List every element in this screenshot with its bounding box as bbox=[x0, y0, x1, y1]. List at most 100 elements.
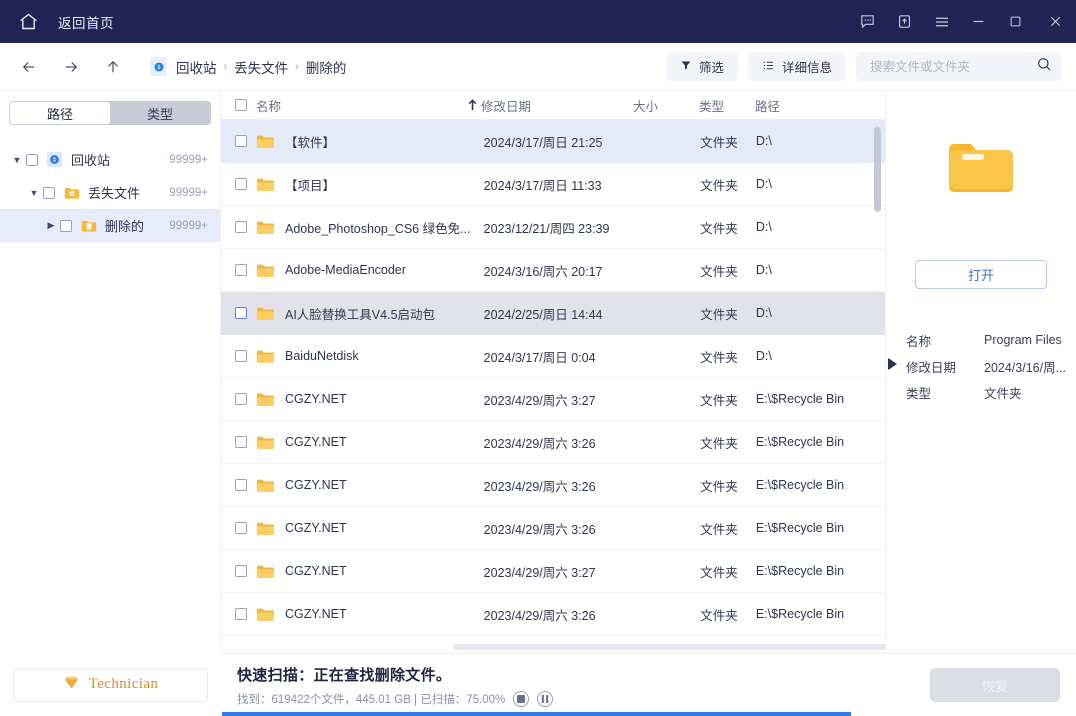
table-row[interactable]: CGZY.NET 2023/4/29/周六 3:26 文件夹 E:\$Recycle … bbox=[221, 593, 885, 636]
column-header-date[interactable]: 修改日期 bbox=[481, 96, 633, 115]
row-type: 文件夹 bbox=[700, 307, 738, 322]
search-box[interactable] bbox=[856, 52, 1062, 81]
scan-status-title: 快速扫描：正在查找删除文件。 bbox=[237, 666, 452, 684]
tree-checkbox[interactable] bbox=[43, 186, 55, 199]
row-type: 文件夹 bbox=[700, 350, 738, 365]
table-row[interactable]: CGZY.NET 2023/4/29/周六 3:27 文件夹 E:\$Recycle … bbox=[221, 550, 885, 593]
chevron-down-icon[interactable]: ▼ bbox=[8, 155, 26, 165]
meta-key: 名称 bbox=[906, 334, 932, 349]
file-list-header: 名称 修改日期 大小 类型 路径 bbox=[221, 91, 885, 120]
filter-button[interactable]: 筛选 bbox=[665, 52, 738, 81]
horizontal-scrollbar[interactable] bbox=[453, 644, 885, 650]
list-icon bbox=[762, 59, 775, 75]
technician-badge[interactable]: Technician bbox=[13, 667, 208, 702]
table-row[interactable]: 【项目】 2024/3/17/周日 11:33 文件夹 D:\ bbox=[221, 163, 885, 206]
row-type: 文件夹 bbox=[700, 522, 738, 537]
upgrade-icon[interactable] bbox=[886, 0, 923, 43]
row-checkbox[interactable] bbox=[235, 135, 247, 147]
up-arrow-icon[interactable] bbox=[98, 52, 128, 82]
row-name: CGZY.NET bbox=[285, 521, 347, 535]
breadcrumb-item-2[interactable]: 删除的 bbox=[306, 57, 347, 77]
select-all-checkbox[interactable] bbox=[235, 99, 247, 111]
tab-type[interactable]: 类型 bbox=[110, 102, 210, 124]
breadcrumb: 回收站 › 丢失文件 › 删除的 bbox=[150, 57, 346, 77]
tree-checkbox[interactable] bbox=[60, 219, 72, 232]
folder-icon bbox=[256, 392, 274, 407]
feedback-icon[interactable] bbox=[849, 0, 886, 43]
sidebar-item-deleted[interactable]: ▶ 删除的 99999+ bbox=[0, 209, 220, 242]
column-header-size[interactable]: 大小 bbox=[633, 96, 699, 115]
table-row[interactable]: CGZY.NET 2023/4/29/周六 3:27 文件夹 E:\$Recycle … bbox=[221, 378, 885, 421]
search-input[interactable] bbox=[870, 59, 1036, 74]
chevron-down-icon[interactable]: ▼ bbox=[25, 188, 43, 198]
menu-icon[interactable] bbox=[923, 0, 960, 43]
tree-checkbox[interactable] bbox=[26, 153, 38, 166]
details-button[interactable]: 详细信息 bbox=[747, 52, 846, 81]
row-date: 2024/2/25/周日 14:44 bbox=[483, 307, 603, 322]
table-row[interactable]: Adobe_Photoshop_CS6 绿色免... 2023/12/21/周四 … bbox=[221, 206, 885, 249]
row-checkbox[interactable] bbox=[235, 221, 247, 233]
maximize-icon[interactable] bbox=[997, 0, 1034, 43]
status-text: 快速扫描：正在查找删除文件。 找到：619422个文件，445.01 GB | … bbox=[237, 664, 554, 707]
row-checkbox[interactable] bbox=[235, 565, 247, 577]
breadcrumb-item-1[interactable]: 丢失文件 bbox=[234, 57, 288, 77]
table-row[interactable]: CGZY.NET 2023/4/29/周六 3:26 文件夹 E:\$Recycle … bbox=[221, 464, 885, 507]
row-checkbox[interactable] bbox=[235, 479, 247, 491]
tab-path[interactable]: 路径 bbox=[10, 102, 110, 124]
preview-metadata: 名称 Program Files 修改日期 2024/3/16/周... 类型 … bbox=[886, 327, 1076, 405]
column-header-path[interactable]: 路径 bbox=[755, 96, 875, 115]
forward-arrow-icon[interactable] bbox=[56, 52, 86, 82]
home-label[interactable]: 返回首页 bbox=[58, 12, 114, 32]
row-type: 文件夹 bbox=[700, 178, 738, 193]
table-row[interactable]: CGZY.NET 2023/4/29/周六 3:26 文件夹 E:\$Recycle … bbox=[221, 421, 885, 464]
row-name: CGZY.NET bbox=[285, 392, 347, 406]
technician-area: Technician bbox=[0, 653, 221, 716]
sidebar-item-recycle-bin[interactable]: ▼ 回收站 99999+ bbox=[0, 143, 220, 176]
scan-detail-label: 找到：619422个文件，445.01 GB | 已扫描：75.00% bbox=[237, 693, 506, 706]
row-checkbox[interactable] bbox=[235, 264, 247, 276]
scan-progress-bar bbox=[222, 712, 851, 716]
title-bar: 返回首页 bbox=[0, 0, 1076, 43]
table-row[interactable]: 【软件】 2024/3/17/周日 21:25 文件夹 D:\ bbox=[221, 120, 885, 163]
row-checkbox[interactable] bbox=[235, 178, 247, 190]
row-checkbox[interactable] bbox=[235, 350, 247, 362]
breadcrumb-separator: › bbox=[295, 60, 299, 73]
open-button[interactable]: 打开 bbox=[915, 260, 1047, 289]
window-controls bbox=[849, 0, 1076, 43]
sidebar: 路径 类型 ▼ 回收站 99999+ ▼ 丢失文件 99999+ ▶ 删除的 9… bbox=[0, 91, 221, 653]
table-row[interactable]: CGZY.NET 2023/4/29/周六 3:26 文件夹 E:\$Recycle … bbox=[221, 507, 885, 550]
table-row[interactable]: BaiduNetdisk 2024/3/17/周日 0:04 文件夹 D:\ bbox=[221, 335, 885, 378]
row-type: 文件夹 bbox=[700, 393, 738, 408]
scan-status-detail: 找到：619422个文件，445.01 GB | 已扫描：75.00% bbox=[237, 690, 554, 707]
home-icon[interactable] bbox=[14, 8, 42, 36]
row-name: Adobe-MediaEncoder bbox=[285, 263, 406, 277]
row-name: 【软件】 bbox=[285, 135, 336, 150]
table-row[interactable]: Adobe-MediaEncoder 2024/3/16/周六 20:17 文件夹 D… bbox=[221, 249, 885, 292]
column-header-name[interactable]: 名称 bbox=[235, 96, 463, 115]
column-header-type[interactable]: 类型 bbox=[699, 96, 755, 115]
table-row[interactable]: AI人脸替换工具V4.5启动包 2024/2/25/周日 14:44 文件夹 D:\ bbox=[221, 292, 885, 335]
breadcrumb-item-0[interactable]: 回收站 bbox=[176, 57, 217, 77]
recover-button[interactable]: 恢复 bbox=[930, 668, 1060, 702]
back-arrow-icon[interactable] bbox=[14, 52, 44, 82]
meta-value: 文件夹 bbox=[984, 386, 1022, 401]
row-checkbox[interactable] bbox=[235, 522, 247, 534]
sidebar-item-label: 回收站 bbox=[71, 153, 111, 168]
chevron-right-icon[interactable]: ▶ bbox=[42, 220, 60, 231]
row-checkbox[interactable] bbox=[235, 307, 247, 319]
stop-icon[interactable] bbox=[513, 690, 530, 707]
pause-icon[interactable] bbox=[537, 690, 554, 707]
close-icon[interactable] bbox=[1034, 0, 1076, 43]
minimize-icon[interactable] bbox=[960, 0, 997, 43]
search-icon[interactable] bbox=[1036, 56, 1052, 77]
row-checkbox[interactable] bbox=[235, 436, 247, 448]
sort-ascending-icon[interactable] bbox=[463, 99, 481, 111]
row-checkbox[interactable] bbox=[235, 393, 247, 405]
expand-caret-icon[interactable] bbox=[888, 358, 897, 370]
details-label: 详细信息 bbox=[781, 61, 832, 75]
row-date: 2024/3/17/周日 21:25 bbox=[483, 135, 603, 150]
row-checkbox[interactable] bbox=[235, 608, 247, 620]
meta-key: 修改日期 bbox=[906, 360, 957, 375]
sidebar-item-lost-files[interactable]: ▼ 丢失文件 99999+ bbox=[0, 176, 220, 209]
vertical-scrollbar[interactable] bbox=[874, 127, 881, 212]
